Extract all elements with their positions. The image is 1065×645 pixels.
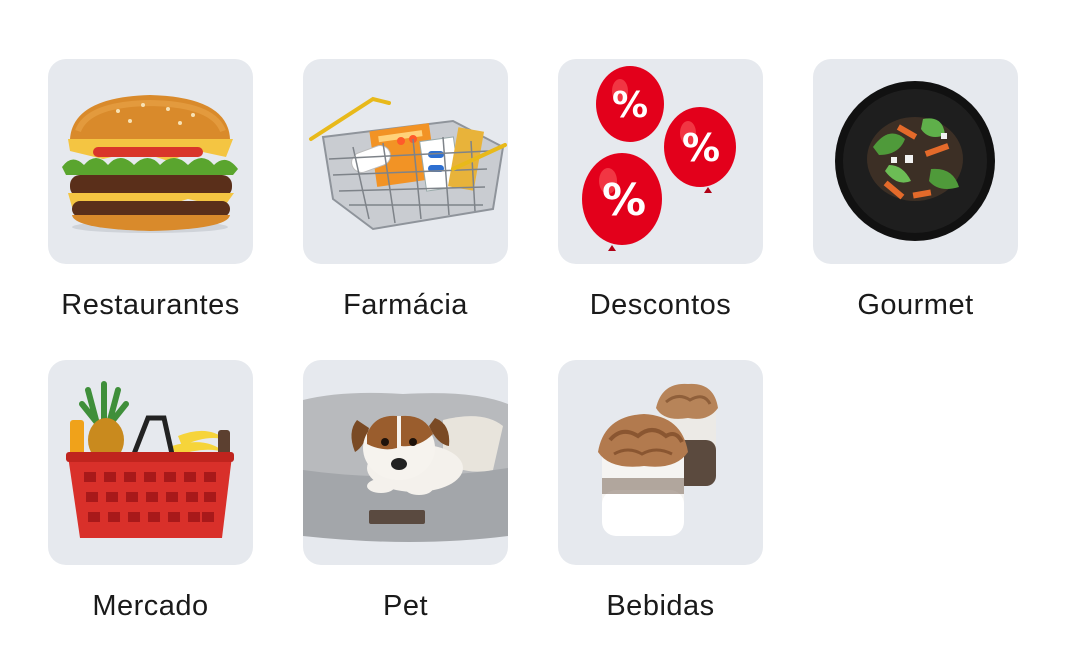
category-grid: Restaurantes Farmácia % % % Descontos Go… bbox=[48, 59, 1018, 627]
svg-text:%: % bbox=[612, 85, 648, 126]
gourmet-plate-icon bbox=[835, 81, 995, 241]
grocery-basket-icon bbox=[66, 381, 234, 538]
category-farmacia[interactable]: Farmácia bbox=[303, 59, 508, 326]
category-tile[interactable] bbox=[303, 59, 508, 264]
category-label: Bebidas bbox=[606, 590, 715, 622]
category-tile[interactable] bbox=[48, 59, 253, 264]
category-label: Mercado bbox=[92, 590, 209, 622]
category-label: Farmácia bbox=[343, 289, 468, 321]
category-bebidas[interactable]: Bebidas bbox=[558, 360, 763, 627]
category-tile[interactable] bbox=[303, 360, 508, 565]
category-mercado[interactable]: Mercado bbox=[48, 360, 253, 627]
pet-dog-icon bbox=[303, 392, 508, 542]
category-tile[interactable] bbox=[813, 59, 1018, 264]
category-tile[interactable] bbox=[48, 360, 253, 565]
category-gourmet[interactable]: Gourmet bbox=[813, 59, 1018, 326]
category-tile[interactable]: % % % bbox=[558, 59, 763, 264]
category-label: Gourmet bbox=[857, 289, 974, 321]
pharmacy-basket-icon bbox=[309, 96, 507, 231]
svg-text:%: % bbox=[602, 175, 646, 226]
category-pet[interactable]: Pet bbox=[303, 360, 508, 627]
category-descontos[interactable]: % % % Descontos bbox=[558, 59, 763, 326]
discount-balloons-icon: % % % bbox=[582, 66, 736, 251]
category-label: Descontos bbox=[589, 289, 732, 321]
coffee-drinks-icon bbox=[598, 383, 718, 536]
category-label: Pet bbox=[382, 590, 429, 622]
burger-icon bbox=[62, 95, 238, 233]
svg-text:%: % bbox=[682, 126, 720, 170]
category-restaurantes[interactable]: Restaurantes bbox=[48, 59, 253, 326]
category-tile[interactable] bbox=[558, 360, 763, 565]
category-label: Restaurantes bbox=[61, 289, 240, 321]
